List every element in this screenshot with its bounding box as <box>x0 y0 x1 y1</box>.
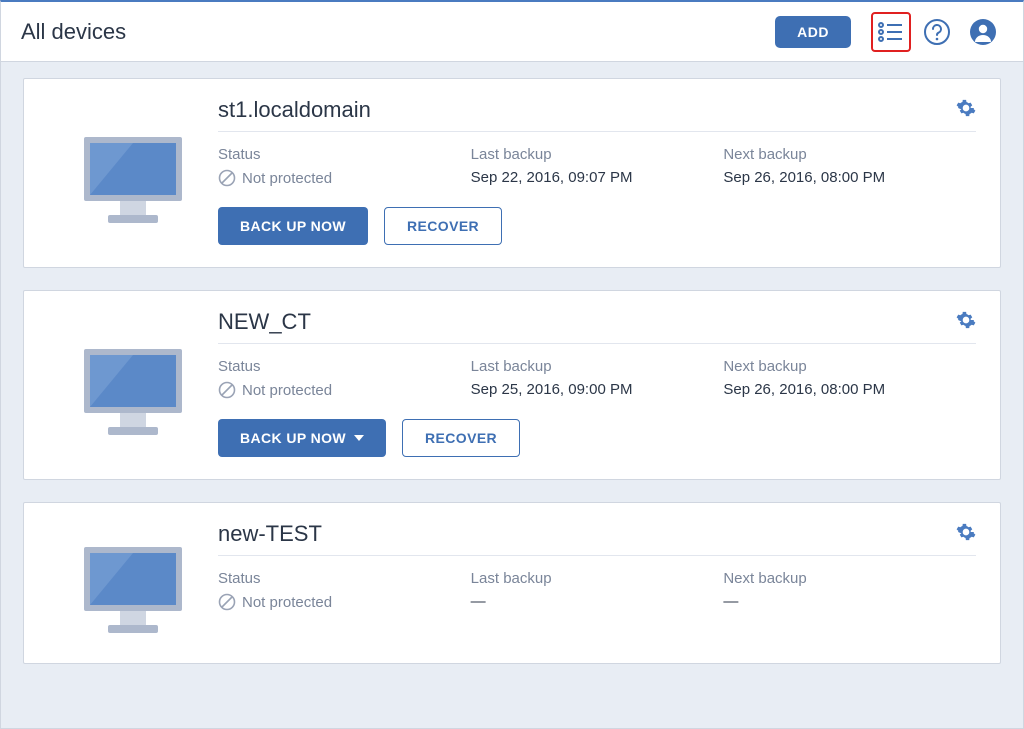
last-backup-value: Sep 25, 2016, 09:00 PM <box>471 381 724 398</box>
device-info: Status Not protected Last backup Sep 22,… <box>218 146 976 187</box>
device-name: NEW_CT <box>218 309 956 335</box>
status-label: Status <box>218 570 471 587</box>
chevron-down-icon <box>354 435 364 441</box>
device-card: NEW_CT Status Not protected <box>23 290 1001 480</box>
recover-button[interactable]: RECOVER <box>402 419 520 457</box>
device-info: Status Not protected Last backup — Next … <box>218 570 976 611</box>
backup-now-label: BACK UP NOW <box>240 430 346 446</box>
content-area: st1.localdomain Status Not protecte <box>0 62 1024 729</box>
device-actions: BACK UP NOW RECOVER <box>218 207 976 245</box>
list-icon <box>878 22 904 42</box>
status-col: Status Not protected <box>218 358 471 399</box>
next-backup-col: Next backup Sep 26, 2016, 08:00 PM <box>723 358 976 399</box>
next-backup-label: Next backup <box>723 358 976 375</box>
monitor-icon <box>78 343 188 443</box>
backup-now-dropdown-button[interactable]: BACK UP NOW <box>218 419 386 457</box>
device-name: new-TEST <box>218 521 956 547</box>
settings-button[interactable] <box>956 522 976 547</box>
last-backup-label: Last backup <box>471 146 724 163</box>
status-value: Not protected <box>218 169 471 187</box>
settings-button[interactable] <box>956 98 976 123</box>
account-button[interactable] <box>963 12 1003 52</box>
device-body: new-TEST Status Not protected <box>218 521 976 641</box>
last-backup-value: — <box>471 593 724 610</box>
status-value: Not protected <box>218 381 471 399</box>
settings-button[interactable] <box>956 310 976 335</box>
device-body: st1.localdomain Status Not protecte <box>218 97 976 245</box>
device-info: Status Not protected Last backup Sep 25,… <box>218 358 976 399</box>
help-button[interactable] <box>917 12 957 52</box>
next-backup-col: Next backup — <box>723 570 976 611</box>
device-header: st1.localdomain <box>218 97 976 132</box>
status-value: Not protected <box>218 593 471 611</box>
device-header: NEW_CT <box>218 309 976 344</box>
not-protected-icon <box>218 593 236 611</box>
page-title: All devices <box>21 19 775 45</box>
gear-icon <box>956 310 976 330</box>
status-text: Not protected <box>242 382 332 399</box>
device-card: st1.localdomain Status Not protecte <box>23 78 1001 268</box>
top-bar: All devices ADD <box>0 0 1024 62</box>
last-backup-label: Last backup <box>471 358 724 375</box>
list-view-button[interactable] <box>871 12 911 52</box>
next-backup-value: Sep 26, 2016, 08:00 PM <box>723 169 976 186</box>
status-text: Not protected <box>242 594 332 611</box>
device-card: new-TEST Status Not protected <box>23 502 1001 664</box>
recover-button[interactable]: RECOVER <box>384 207 502 245</box>
last-backup-col: Last backup Sep 22, 2016, 09:07 PM <box>471 146 724 187</box>
device-name: st1.localdomain <box>218 97 956 123</box>
device-icon-col <box>48 97 218 245</box>
gear-icon <box>956 522 976 542</box>
status-label: Status <box>218 358 471 375</box>
last-backup-value: Sep 22, 2016, 09:07 PM <box>471 169 724 186</box>
device-icon-col <box>48 521 218 641</box>
next-backup-value: — <box>723 593 976 610</box>
last-backup-col: Last backup Sep 25, 2016, 09:00 PM <box>471 358 724 399</box>
not-protected-icon <box>218 169 236 187</box>
backup-now-label: BACK UP NOW <box>240 218 346 234</box>
device-body: NEW_CT Status Not protected <box>218 309 976 457</box>
next-backup-value: Sep 26, 2016, 08:00 PM <box>723 381 976 398</box>
device-header: new-TEST <box>218 521 976 556</box>
monitor-icon <box>78 131 188 231</box>
gear-icon <box>956 98 976 118</box>
next-backup-label: Next backup <box>723 146 976 163</box>
help-icon <box>923 18 951 46</box>
add-button[interactable]: ADD <box>775 16 851 48</box>
status-text: Not protected <box>242 170 332 187</box>
next-backup-label: Next backup <box>723 570 976 587</box>
not-protected-icon <box>218 381 236 399</box>
last-backup-label: Last backup <box>471 570 724 587</box>
device-icon-col <box>48 309 218 457</box>
status-col: Status Not protected <box>218 570 471 611</box>
backup-now-button[interactable]: BACK UP NOW <box>218 207 368 245</box>
status-label: Status <box>218 146 471 163</box>
device-actions: BACK UP NOW RECOVER <box>218 419 976 457</box>
user-icon <box>969 18 997 46</box>
status-col: Status Not protected <box>218 146 471 187</box>
last-backup-col: Last backup — <box>471 570 724 611</box>
next-backup-col: Next backup Sep 26, 2016, 08:00 PM <box>723 146 976 187</box>
monitor-icon <box>78 541 188 641</box>
